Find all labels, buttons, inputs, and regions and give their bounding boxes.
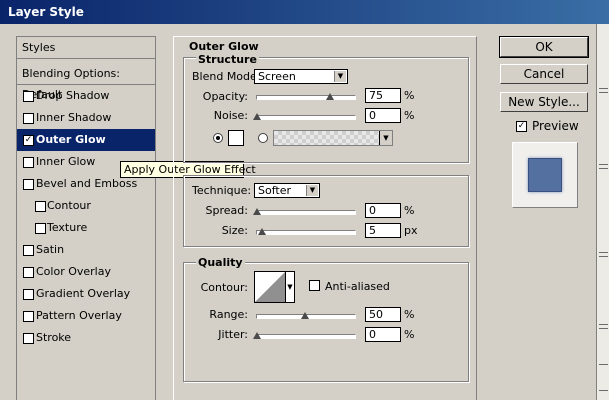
size-slider-track[interactable]: [256, 230, 356, 235]
style-item-label: Stroke: [36, 331, 72, 344]
opacity-slider-track[interactable]: [256, 95, 356, 100]
anti-aliased-label: Anti-aliased: [325, 280, 390, 293]
style-checkbox[interactable]: [23, 157, 34, 168]
solid-color-radio[interactable]: [213, 133, 223, 143]
style-item-color-overlay[interactable]: Color Overlay: [17, 261, 155, 283]
style-item-texture[interactable]: Texture: [17, 217, 155, 239]
style-item-label: Outer Glow: [36, 133, 106, 146]
technique-select[interactable]: Softer ▼: [254, 183, 320, 198]
style-item-inner-shadow[interactable]: Inner Shadow: [17, 107, 155, 129]
blend-mode-select[interactable]: Screen ▼: [254, 69, 348, 84]
style-preview: [512, 142, 578, 208]
chevron-down-icon: ▼: [334, 71, 346, 82]
spread-slider-thumb[interactable]: [253, 208, 261, 215]
chevron-down-icon: ▼: [379, 131, 392, 145]
jitter-slider-thumb[interactable]: [253, 332, 261, 339]
preview-checkbox[interactable]: ✓: [516, 121, 527, 132]
style-item-pattern-overlay[interactable]: Pattern Overlay: [17, 305, 155, 327]
size-label: Size:: [221, 224, 248, 237]
style-item-label: Inner Shadow: [36, 111, 112, 124]
background-window-edge: [596, 24, 609, 400]
style-checkbox[interactable]: [23, 91, 34, 102]
range-label: Range:: [209, 308, 248, 321]
style-item-label: Satin: [36, 243, 65, 256]
noise-label: Noise:: [213, 109, 248, 122]
technique-label: Technique:: [192, 184, 252, 197]
chevron-down-icon: ▼: [287, 283, 293, 291]
cancel-button[interactable]: Cancel: [500, 64, 588, 84]
style-item-label: Pattern Overlay: [36, 309, 122, 322]
jitter-input[interactable]: 0: [365, 327, 401, 342]
blend-mode-label: Blend Mode:: [192, 70, 261, 83]
noise-input[interactable]: 0: [365, 108, 401, 123]
style-item-satin[interactable]: Satin: [17, 239, 155, 261]
style-checkbox[interactable]: [35, 201, 46, 212]
noise-slider-thumb[interactable]: [253, 113, 261, 120]
preview-swatch: [528, 158, 562, 192]
style-checkbox[interactable]: [23, 289, 34, 300]
style-item-label: Inner Glow: [36, 155, 96, 168]
spread-slider-track[interactable]: [256, 210, 356, 215]
preview-label: Preview: [532, 119, 579, 133]
blend-mode-value: Screen: [258, 70, 296, 83]
style-checkbox[interactable]: ✓: [23, 135, 34, 146]
style-checkbox[interactable]: [23, 113, 34, 124]
opacity-slider-thumb[interactable]: [326, 93, 334, 100]
styles-header[interactable]: Styles: [17, 37, 155, 59]
gradient-radio[interactable]: [258, 133, 268, 143]
anti-aliased-checkbox[interactable]: [309, 280, 320, 291]
style-checkbox[interactable]: [23, 245, 34, 256]
outer-glow-title: Outer Glow: [187, 40, 261, 53]
style-checkbox[interactable]: [23, 267, 34, 278]
size-unit: px: [404, 224, 418, 237]
noise-slider-track[interactable]: [256, 115, 356, 120]
range-unit: %: [404, 308, 415, 321]
contour-dropdown[interactable]: ▼: [286, 271, 295, 303]
contour-picker[interactable]: [254, 271, 286, 303]
style-item-outer-glow[interactable]: ✓ Outer Glow: [17, 129, 155, 151]
ok-button[interactable]: OK: [499, 36, 589, 58]
size-input[interactable]: 5: [365, 223, 401, 238]
style-item-label: Texture: [47, 221, 88, 234]
structure-title: Structure: [196, 53, 259, 66]
style-item-gradient-overlay[interactable]: Gradient Overlay: [17, 283, 155, 305]
blending-options-item[interactable]: Blending Options: Default: [17, 63, 155, 101]
new-style-button[interactable]: New Style...: [500, 92, 588, 112]
style-item-drop-shadow[interactable]: Drop Shadow: [17, 85, 155, 107]
glow-color-swatch[interactable]: [228, 130, 244, 146]
quality-title: Quality: [196, 256, 245, 269]
style-item-label: Contour: [47, 199, 91, 212]
opacity-label: Opacity:: [202, 90, 248, 103]
outer-glow-panel: Outer Glow Structure Blend Mode: Screen …: [173, 36, 477, 400]
jitter-slider-track[interactable]: [256, 334, 356, 339]
size-slider-thumb[interactable]: [258, 228, 266, 235]
style-checkbox[interactable]: [23, 179, 34, 190]
styles-list: Styles Blending Options: Default Drop Sh…: [16, 36, 156, 400]
window-title: Layer Style: [0, 0, 609, 24]
style-item-stroke[interactable]: Stroke: [17, 327, 155, 349]
spread-label: Spread:: [205, 204, 248, 217]
gradient-picker[interactable]: ▼: [273, 130, 393, 146]
style-checkbox[interactable]: [23, 333, 34, 344]
chevron-down-icon: ▼: [306, 185, 318, 196]
range-slider-thumb[interactable]: [301, 312, 309, 319]
noise-unit: %: [404, 109, 415, 122]
spread-unit: %: [404, 204, 415, 217]
style-item-label: Color Overlay: [36, 265, 111, 278]
spread-input[interactable]: 0: [365, 203, 401, 218]
style-checkbox[interactable]: [23, 311, 34, 322]
opacity-input[interactable]: 75: [365, 88, 401, 103]
range-input[interactable]: 50: [365, 307, 401, 322]
jitter-unit: %: [404, 328, 415, 341]
style-checkbox[interactable]: [35, 223, 46, 234]
style-item-label: Drop Shadow: [36, 89, 110, 102]
contour-label: Contour:: [200, 281, 248, 294]
style-item-contour[interactable]: Contour: [17, 195, 155, 217]
opacity-unit: %: [404, 89, 415, 102]
technique-value: Softer: [258, 184, 291, 197]
style-item-label: Gradient Overlay: [36, 287, 131, 300]
jitter-label: Jitter:: [218, 328, 248, 341]
contour-curve-icon: [255, 272, 285, 302]
